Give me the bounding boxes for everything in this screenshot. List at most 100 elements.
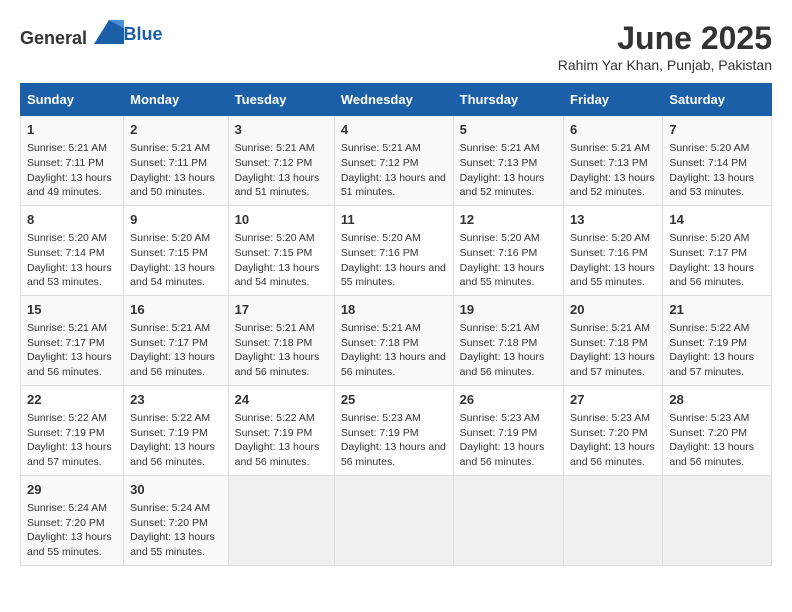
daylight: Daylight: 13 hours and 56 minutes. [27, 351, 112, 378]
sunset: Sunset: 7:18 PM [570, 337, 648, 349]
day-number: 2 [130, 121, 222, 139]
daylight: Daylight: 13 hours and 52 minutes. [460, 172, 545, 199]
subtitle: Rahim Yar Khan, Punjab, Pakistan [558, 57, 772, 73]
day-number: 30 [130, 481, 222, 499]
day-number: 13 [570, 211, 656, 229]
daylight: Daylight: 13 hours and 55 minutes. [460, 262, 545, 289]
sunrise: Sunrise: 5:21 AM [570, 322, 650, 334]
cell-jun9: 9 Sunrise: 5:20 AM Sunset: 7:15 PM Dayli… [124, 205, 229, 295]
table-row: 15 Sunrise: 5:21 AM Sunset: 7:17 PM Dayl… [21, 295, 772, 385]
title-area: June 2025 Rahim Yar Khan, Punjab, Pakist… [558, 20, 772, 73]
sunrise: Sunrise: 5:23 AM [570, 412, 650, 424]
cell-jun16: 16 Sunrise: 5:21 AM Sunset: 7:17 PM Dayl… [124, 295, 229, 385]
sunset: Sunset: 7:16 PM [570, 247, 648, 259]
table-row: 22 Sunrise: 5:22 AM Sunset: 7:19 PM Dayl… [21, 385, 772, 475]
sunset: Sunset: 7:19 PM [460, 427, 538, 439]
daylight: Daylight: 13 hours and 56 minutes. [130, 441, 215, 468]
daylight: Daylight: 13 hours and 55 minutes. [570, 262, 655, 289]
cell-jun7: 7 Sunrise: 5:20 AM Sunset: 7:14 PM Dayli… [663, 116, 772, 206]
sunset: Sunset: 7:13 PM [460, 157, 538, 169]
sunrise: Sunrise: 5:20 AM [341, 232, 421, 244]
sunset: Sunset: 7:20 PM [669, 427, 747, 439]
daylight: Daylight: 13 hours and 51 minutes. [235, 172, 320, 199]
day-number: 26 [460, 391, 557, 409]
day-number: 7 [669, 121, 765, 139]
daylight: Daylight: 13 hours and 57 minutes. [27, 441, 112, 468]
sunset: Sunset: 7:15 PM [235, 247, 313, 259]
sunset: Sunset: 7:15 PM [130, 247, 208, 259]
cell-jun5: 5 Sunrise: 5:21 AM Sunset: 7:13 PM Dayli… [453, 116, 563, 206]
day-number: 12 [460, 211, 557, 229]
day-number: 27 [570, 391, 656, 409]
cell-jun26: 26 Sunrise: 5:23 AM Sunset: 7:19 PM Dayl… [453, 385, 563, 475]
sunrise: Sunrise: 5:23 AM [669, 412, 749, 424]
sunrise: Sunrise: 5:21 AM [27, 142, 107, 154]
col-tuesday: Tuesday [228, 84, 334, 116]
sunset: Sunset: 7:12 PM [341, 157, 419, 169]
cell-jun19: 19 Sunrise: 5:21 AM Sunset: 7:18 PM Dayl… [453, 295, 563, 385]
sunset: Sunset: 7:17 PM [669, 247, 747, 259]
header-row: Sunday Monday Tuesday Wednesday Thursday… [21, 84, 772, 116]
cell-jun14: 14 Sunrise: 5:20 AM Sunset: 7:17 PM Dayl… [663, 205, 772, 295]
logo-blue: Blue [124, 24, 163, 44]
sunrise: Sunrise: 5:24 AM [130, 502, 210, 514]
daylight: Daylight: 13 hours and 56 minutes. [669, 262, 754, 289]
sunset: Sunset: 7:18 PM [460, 337, 538, 349]
cell-jun17: 17 Sunrise: 5:21 AM Sunset: 7:18 PM Dayl… [228, 295, 334, 385]
col-friday: Friday [564, 84, 663, 116]
sunset: Sunset: 7:16 PM [341, 247, 419, 259]
col-saturday: Saturday [663, 84, 772, 116]
day-number: 3 [235, 121, 328, 139]
cell-jun25: 25 Sunrise: 5:23 AM Sunset: 7:19 PM Dayl… [334, 385, 453, 475]
day-number: 19 [460, 301, 557, 319]
sunrise: Sunrise: 5:21 AM [570, 142, 650, 154]
day-number: 23 [130, 391, 222, 409]
day-number: 15 [27, 301, 117, 319]
cell-jun29: 29 Sunrise: 5:24 AM Sunset: 7:20 PM Dayl… [21, 475, 124, 565]
sunset: Sunset: 7:19 PM [341, 427, 419, 439]
logo: General Blue [20, 20, 163, 49]
sunrise: Sunrise: 5:21 AM [341, 322, 421, 334]
daylight: Daylight: 13 hours and 49 minutes. [27, 172, 112, 199]
sunset: Sunset: 7:19 PM [27, 427, 105, 439]
logo-general: General [20, 28, 87, 48]
cell-jun2: 2 Sunrise: 5:21 AM Sunset: 7:11 PM Dayli… [124, 116, 229, 206]
sunrise: Sunrise: 5:21 AM [130, 322, 210, 334]
calendar-table: Sunday Monday Tuesday Wednesday Thursday… [20, 83, 772, 566]
sunset: Sunset: 7:19 PM [130, 427, 208, 439]
day-number: 24 [235, 391, 328, 409]
cell-jun20: 20 Sunrise: 5:21 AM Sunset: 7:18 PM Dayl… [564, 295, 663, 385]
sunrise: Sunrise: 5:21 AM [235, 142, 315, 154]
daylight: Daylight: 13 hours and 50 minutes. [130, 172, 215, 199]
cell-jun22: 22 Sunrise: 5:22 AM Sunset: 7:19 PM Dayl… [21, 385, 124, 475]
day-number: 17 [235, 301, 328, 319]
day-number: 8 [27, 211, 117, 229]
col-thursday: Thursday [453, 84, 563, 116]
sunset: Sunset: 7:11 PM [27, 157, 104, 169]
day-number: 5 [460, 121, 557, 139]
day-number: 21 [669, 301, 765, 319]
sunset: Sunset: 7:18 PM [341, 337, 419, 349]
col-sunday: Sunday [21, 84, 124, 116]
cell-jun10: 10 Sunrise: 5:20 AM Sunset: 7:15 PM Dayl… [228, 205, 334, 295]
day-number: 10 [235, 211, 328, 229]
cell-jun18: 18 Sunrise: 5:21 AM Sunset: 7:18 PM Dayl… [334, 295, 453, 385]
sunset: Sunset: 7:16 PM [460, 247, 538, 259]
daylight: Daylight: 13 hours and 57 minutes. [669, 351, 754, 378]
daylight: Daylight: 13 hours and 56 minutes. [130, 351, 215, 378]
sunrise: Sunrise: 5:20 AM [27, 232, 107, 244]
cell-jun4: 4 Sunrise: 5:21 AM Sunset: 7:12 PM Dayli… [334, 116, 453, 206]
cell-jun6: 6 Sunrise: 5:21 AM Sunset: 7:13 PM Dayli… [564, 116, 663, 206]
sunset: Sunset: 7:14 PM [669, 157, 747, 169]
col-wednesday: Wednesday [334, 84, 453, 116]
main-title: June 2025 [558, 20, 772, 57]
sunset: Sunset: 7:18 PM [235, 337, 313, 349]
day-number: 28 [669, 391, 765, 409]
sunset: Sunset: 7:11 PM [130, 157, 207, 169]
daylight: Daylight: 13 hours and 56 minutes. [341, 441, 446, 468]
sunrise: Sunrise: 5:22 AM [27, 412, 107, 424]
daylight: Daylight: 13 hours and 51 minutes. [341, 172, 446, 199]
cell-jun13: 13 Sunrise: 5:20 AM Sunset: 7:16 PM Dayl… [564, 205, 663, 295]
daylight: Daylight: 13 hours and 57 minutes. [570, 351, 655, 378]
daylight: Daylight: 13 hours and 55 minutes. [27, 531, 112, 558]
